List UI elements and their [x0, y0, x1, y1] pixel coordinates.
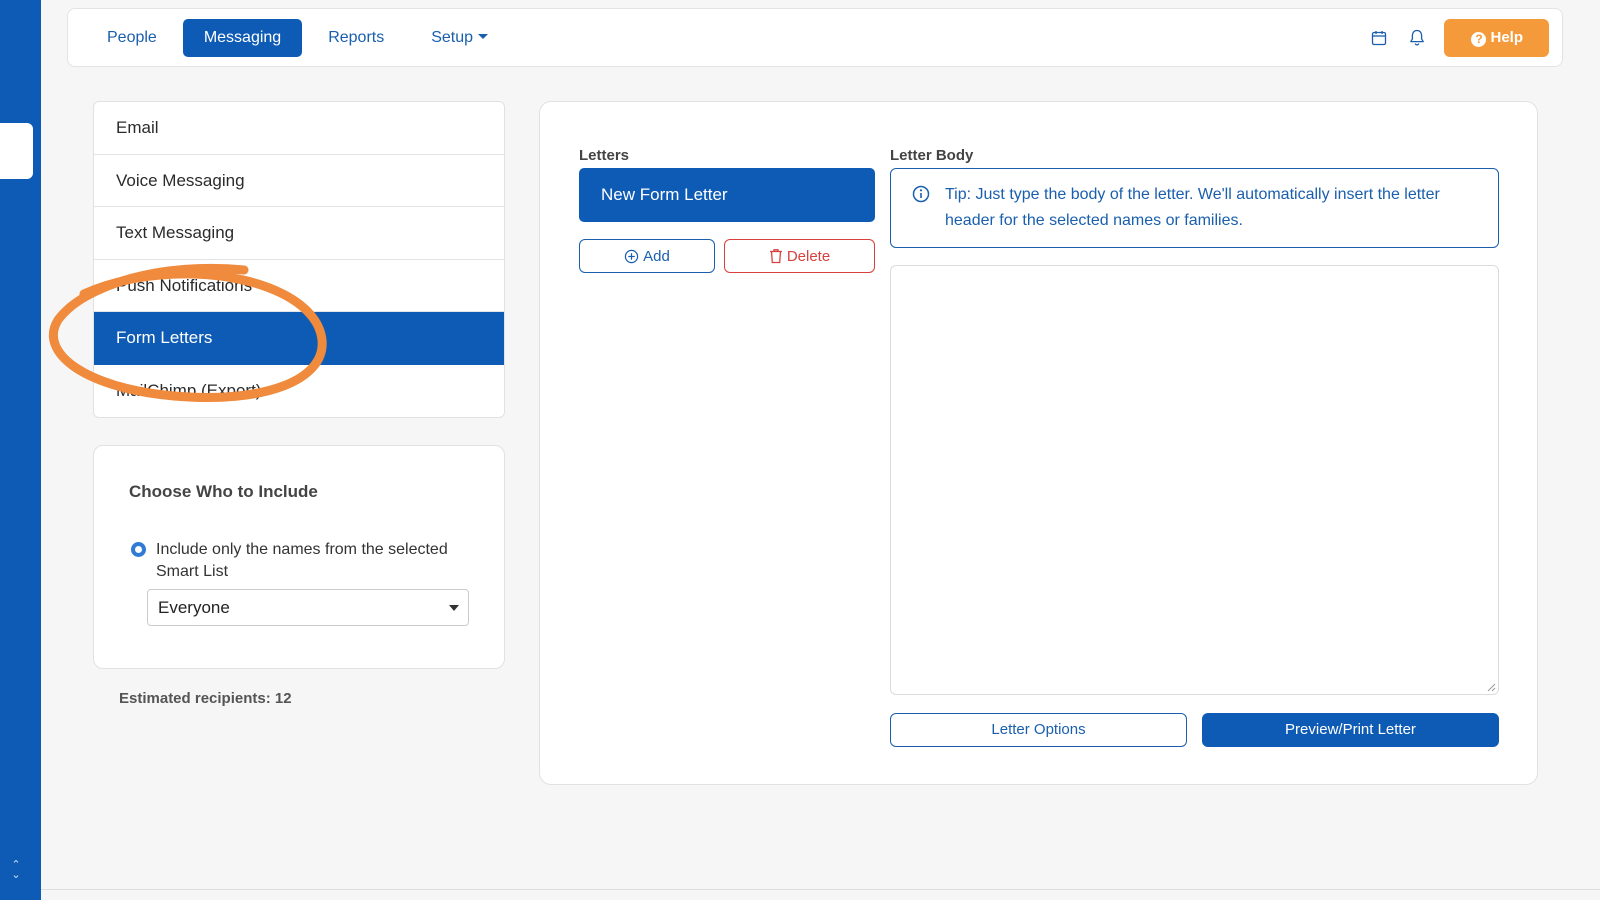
nav-setup[interactable]: Setup	[410, 19, 509, 57]
info-circle-icon	[912, 185, 930, 203]
menu-item-text-messaging[interactable]: Text Messaging	[94, 207, 504, 260]
caret-down-icon	[478, 33, 489, 39]
caret-down-icon	[449, 605, 459, 611]
form-letter-editor: Letters Letter Body New Form Letter Add …	[539, 101, 1538, 785]
delete-label: Delete	[786, 247, 831, 265]
tip-box: Tip: Just type the body of the letter. W…	[890, 168, 1499, 248]
sidebar-toggle-tab[interactable]	[0, 123, 33, 179]
letter-body-textarea[interactable]	[890, 265, 1499, 695]
bell-icon[interactable]	[1398, 19, 1436, 57]
question-circle-icon: ?	[1471, 31, 1487, 47]
smart-list-select-value: Everyone	[158, 598, 230, 617]
estimated-recipients: Estimated recipients: 12	[119, 690, 292, 707]
chevron-up-down-icon[interactable]: ⌃ ⌄	[7, 860, 25, 884]
smart-list-select[interactable]: Everyone	[147, 589, 469, 626]
help-label: Help	[1490, 28, 1523, 46]
menu-item-voice-messaging[interactable]: Voice Messaging	[94, 155, 504, 208]
letter-body-label: Letter Body	[890, 147, 974, 164]
letter-item-new-form-letter[interactable]: New Form Letter	[579, 168, 875, 222]
letter-options-button[interactable]: Letter Options	[890, 713, 1187, 747]
include-title: Choose Who to Include	[129, 482, 318, 501]
smart-list-radio-label[interactable]: Include only the names from the selected…	[156, 539, 456, 583]
preview-print-button[interactable]: Preview/Print Letter	[1202, 713, 1499, 747]
help-button[interactable]: ? Help	[1444, 18, 1549, 57]
nav-setup-label: Setup	[431, 28, 474, 46]
top-nav: People Messaging Reports Setup ? Help	[67, 8, 1563, 67]
menu-item-push-notifications[interactable]: Push Notifications	[94, 260, 504, 313]
menu-item-form-letters[interactable]: Form Letters	[94, 312, 504, 365]
trash-icon	[769, 249, 782, 264]
app-left-strip: ⌃ ⌄	[0, 0, 41, 900]
nav-people[interactable]: People	[86, 19, 178, 57]
nav-messaging[interactable]: Messaging	[182, 18, 303, 57]
add-label: Add	[643, 247, 670, 265]
messaging-menu: Email Voice Messaging Text Messaging Pus…	[93, 101, 505, 418]
add-letter-button[interactable]: Add	[579, 239, 715, 273]
resize-grip-icon[interactable]	[1487, 683, 1496, 692]
letters-label: Letters	[579, 147, 630, 164]
include-card: Choose Who to Include Include only the n…	[93, 445, 505, 669]
tip-text: Tip: Just type the body of the letter. W…	[945, 186, 1440, 229]
plus-circle-icon	[624, 249, 639, 263]
bottom-divider	[41, 889, 1600, 890]
menu-item-email[interactable]: Email	[94, 102, 504, 155]
calendar-icon[interactable]	[1360, 19, 1398, 57]
nav-reports[interactable]: Reports	[307, 19, 405, 57]
delete-letter-button[interactable]: Delete	[724, 239, 875, 273]
smart-list-radio[interactable]	[131, 542, 146, 557]
menu-item-mailchimp-export[interactable]: MailChimp (Export)	[94, 365, 504, 417]
